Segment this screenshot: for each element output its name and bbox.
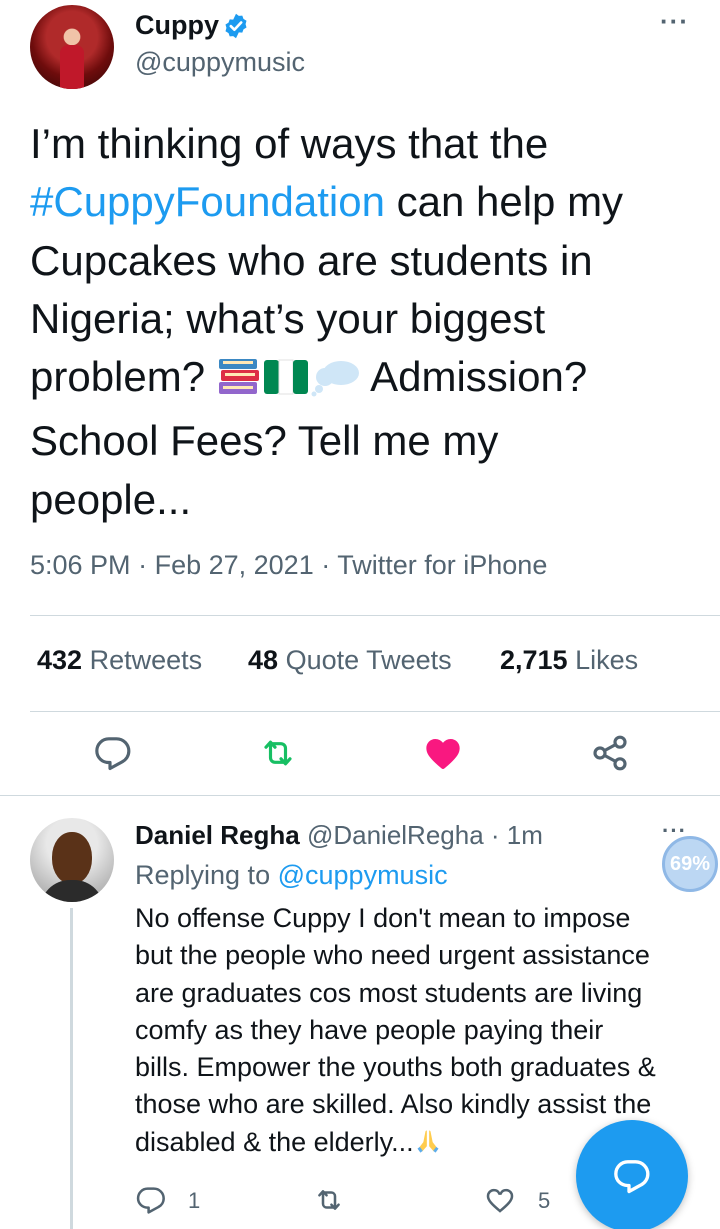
retweets-stat[interactable]: 432 Retweets	[37, 645, 202, 676]
retweets-count: 432	[37, 645, 83, 675]
reply-author-name[interactable]: Daniel Regha	[135, 820, 300, 850]
tweet-text-segment: Admission?	[360, 353, 588, 401]
reply-text-line: are graduates cos most students are livi…	[135, 977, 643, 1008]
tweet-text: I’m thinking of ways that the #CuppyFoun…	[30, 115, 710, 529]
tweet-text-segment: problem?	[30, 353, 217, 401]
folded-hands-emoji-icon	[414, 1127, 442, 1165]
reply-text-line: those who are skilled. Also kindly assis…	[135, 1089, 652, 1120]
avatar-body	[40, 880, 104, 902]
section-divider	[0, 795, 720, 796]
reply-retweet-icon[interactable]	[313, 1184, 345, 1216]
reply-text-line: No offense Cuppy I don't mean to impose	[135, 903, 631, 933]
more-horizontal-icon[interactable]: ···	[660, 6, 689, 37]
replying-to-mention[interactable]: @cuppymusic	[278, 860, 448, 890]
meta-separator: ·	[321, 550, 338, 580]
author-name[interactable]: Cuppy	[135, 10, 219, 41]
tweet-meta: 5:06 PM · Feb 27, 2021 · Twitter for iPh…	[30, 550, 547, 581]
avatar-figure	[60, 45, 84, 89]
reply-text-line: bills. Empower the youths both graduates…	[135, 1052, 656, 1083]
meta-separator: ·	[483, 820, 507, 850]
divider	[30, 615, 720, 616]
divider	[30, 711, 720, 712]
quotes-label: Quote Tweets	[285, 645, 452, 675]
reply-author-handle[interactable]: @DanielRegha	[307, 820, 484, 850]
reply-text-line: comfy as they have people paying their	[135, 1014, 604, 1045]
retweets-label: Retweets	[89, 645, 203, 675]
tweet-text-line: I’m thinking of ways that the	[30, 120, 549, 167]
tweet-text-line: School Fees? Tell me my	[30, 417, 499, 465]
tweet-text-line: people...	[30, 475, 192, 523]
meta-separator: ·	[138, 550, 155, 580]
compose-reply-button[interactable]	[576, 1120, 688, 1229]
reply-reply-count: 1	[188, 1188, 201, 1213]
like-icon[interactable]	[423, 733, 463, 773]
retweet-icon[interactable]	[258, 733, 298, 773]
replying-to: Replying to @cuppymusic	[135, 860, 448, 891]
share-icon[interactable]	[590, 733, 630, 773]
hashtag-link[interactable]: #CuppyFoundation	[30, 178, 385, 225]
reply-text-line: but the people who need urgent assistanc…	[135, 940, 650, 971]
avatar-face	[52, 832, 92, 884]
verified-badge-icon	[225, 13, 247, 39]
tweet-text-segment: can help my	[384, 178, 624, 226]
author-avatar[interactable]	[30, 5, 114, 89]
replying-to-label: Replying to	[135, 860, 271, 890]
reply-time[interactable]: 1m	[507, 820, 543, 850]
reply-text-line: disabled & the elderly...	[135, 1126, 414, 1157]
reply-like-icon[interactable]	[484, 1184, 516, 1216]
thought-balloon-emoji-icon	[311, 354, 361, 412]
reply-header: Daniel Regha @DanielRegha · 1m	[135, 820, 543, 851]
nigeria-flag-emoji-icon	[261, 354, 311, 412]
tweet-time[interactable]: 5:06 PM	[30, 550, 131, 580]
compose-reply-icon	[614, 1160, 650, 1194]
percent-badge: 69%	[662, 836, 718, 892]
quote-tweets-stat[interactable]: 48 Quote Tweets	[248, 645, 452, 676]
tweet-text-line: Cupcakes who are students in	[30, 236, 593, 284]
likes-label: Likes	[575, 645, 639, 675]
thread-line	[70, 908, 73, 1229]
books-emoji-icon	[217, 354, 261, 412]
author-handle[interactable]: @cuppymusic	[135, 47, 305, 78]
tweet-date[interactable]: Feb 27, 2021	[155, 550, 314, 580]
reply-like-count: 5	[538, 1188, 551, 1213]
tweet-text-line: Nigeria; what’s your biggest	[30, 294, 546, 342]
reply-reply-icon[interactable]	[135, 1184, 167, 1216]
reply-avatar[interactable]	[30, 818, 114, 902]
reply-icon[interactable]	[93, 733, 133, 773]
likes-stat[interactable]: 2,715 Likes	[500, 645, 638, 676]
tweet-source[interactable]: Twitter for iPhone	[337, 550, 547, 580]
likes-count: 2,715	[500, 645, 568, 675]
quotes-count: 48	[248, 645, 279, 675]
